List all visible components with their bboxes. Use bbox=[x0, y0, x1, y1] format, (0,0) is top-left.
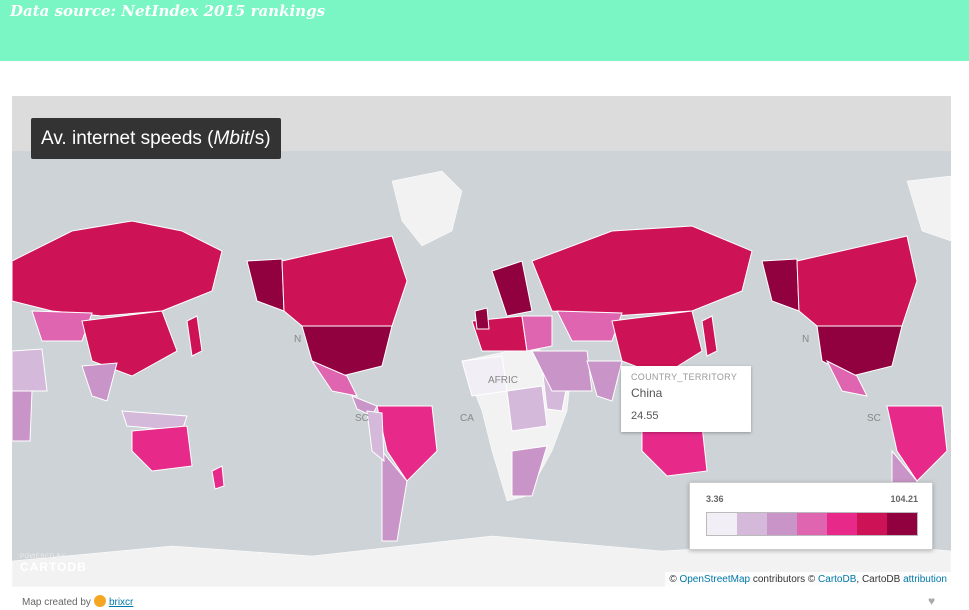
japan bbox=[701, 315, 718, 357]
australia-left bbox=[131, 425, 193, 472]
attribution-link[interactable]: attribution bbox=[903, 574, 947, 585]
greenland-right bbox=[906, 175, 951, 242]
russia-left bbox=[12, 220, 223, 317]
africa-south bbox=[511, 445, 548, 497]
place-label-south-america-right: SC bbox=[867, 413, 881, 424]
place-label-north-america-right: N bbox=[802, 334, 810, 345]
place-label-north-america-left: N bbox=[294, 334, 302, 345]
map-attribution: © OpenStreetMap contributors © CartoDB, … bbox=[665, 572, 951, 587]
heart-icon[interactable]: ♥ bbox=[928, 594, 935, 608]
india bbox=[586, 360, 623, 402]
scandinavia bbox=[491, 260, 533, 317]
russia-right bbox=[531, 225, 753, 317]
africa-central bbox=[506, 385, 548, 432]
legend-swatch-2 bbox=[767, 513, 797, 535]
cartodb-logo[interactable]: POWERED BY CARTODB bbox=[20, 554, 87, 574]
cartodb-brand-text: CARTODB bbox=[20, 560, 87, 574]
central-asia-right bbox=[556, 310, 623, 342]
andes-left bbox=[366, 410, 385, 463]
map-container[interactable]: Av. internet speeds (Mbit/s) N AFRIC SC … bbox=[12, 96, 951, 587]
uk bbox=[474, 307, 490, 330]
header-banner: Data source: NetIndex 2015 rankings bbox=[0, 0, 969, 61]
place-label-south-america-left: SC bbox=[355, 413, 369, 424]
alaska-left bbox=[246, 258, 285, 312]
color-legend: 3.36 104.21 bbox=[689, 482, 933, 550]
middle-east-left bbox=[12, 348, 48, 392]
tooltip-value: 24.55 bbox=[631, 410, 659, 422]
map-title-prefix: Av. internet speeds ( bbox=[41, 128, 214, 149]
footer-prefix: Map created by bbox=[22, 597, 91, 608]
legend-min: 3.36 bbox=[706, 494, 724, 504]
africa-left-edge bbox=[12, 390, 33, 442]
tooltip-field-name: COUNTRY_TERRITORY bbox=[631, 372, 738, 382]
tooltip-country: China bbox=[631, 386, 663, 400]
australia bbox=[641, 425, 708, 477]
map-footer: Map created by brixcr bbox=[22, 595, 133, 608]
legend-swatch-0 bbox=[707, 513, 737, 535]
newzealand-left bbox=[211, 465, 225, 490]
canada bbox=[796, 235, 918, 327]
legend-max: 104.21 bbox=[890, 494, 918, 504]
place-label-ca: CA bbox=[460, 413, 474, 424]
legend-swatch-4 bbox=[827, 513, 857, 535]
alaska bbox=[761, 258, 800, 312]
legend-swatch-6 bbox=[887, 513, 917, 535]
greenland bbox=[391, 170, 463, 247]
author-link[interactable]: brixcr bbox=[109, 597, 133, 608]
legend-swatch-5 bbox=[857, 513, 887, 535]
legend-color-ramp bbox=[706, 512, 918, 536]
attribution-mid: contributors © bbox=[750, 574, 819, 585]
india-left bbox=[81, 362, 118, 402]
canada-left bbox=[281, 235, 408, 327]
data-source-text: Data source: NetIndex 2015 rankings bbox=[10, 2, 326, 20]
usa-left bbox=[301, 325, 393, 377]
place-label-africa: AFRIC bbox=[488, 375, 518, 386]
japan-left bbox=[186, 315, 203, 357]
cartodb-link[interactable]: CartoDB bbox=[818, 574, 856, 585]
author-avatar bbox=[93, 595, 106, 607]
map-title-suffix: /s) bbox=[249, 128, 271, 149]
map-title-unit: Mbit bbox=[213, 128, 250, 149]
legend-swatch-1 bbox=[737, 513, 767, 535]
country-tooltip: COUNTRY_TERRITORY China 24.55 bbox=[621, 366, 751, 432]
usa bbox=[816, 325, 903, 377]
attribution-sep: , CartoDB bbox=[856, 574, 904, 585]
osm-link[interactable]: OpenStreetMap bbox=[679, 574, 750, 585]
europe-east bbox=[521, 315, 553, 352]
legend-swatch-3 bbox=[797, 513, 827, 535]
attribution-prefix: © bbox=[669, 574, 680, 585]
